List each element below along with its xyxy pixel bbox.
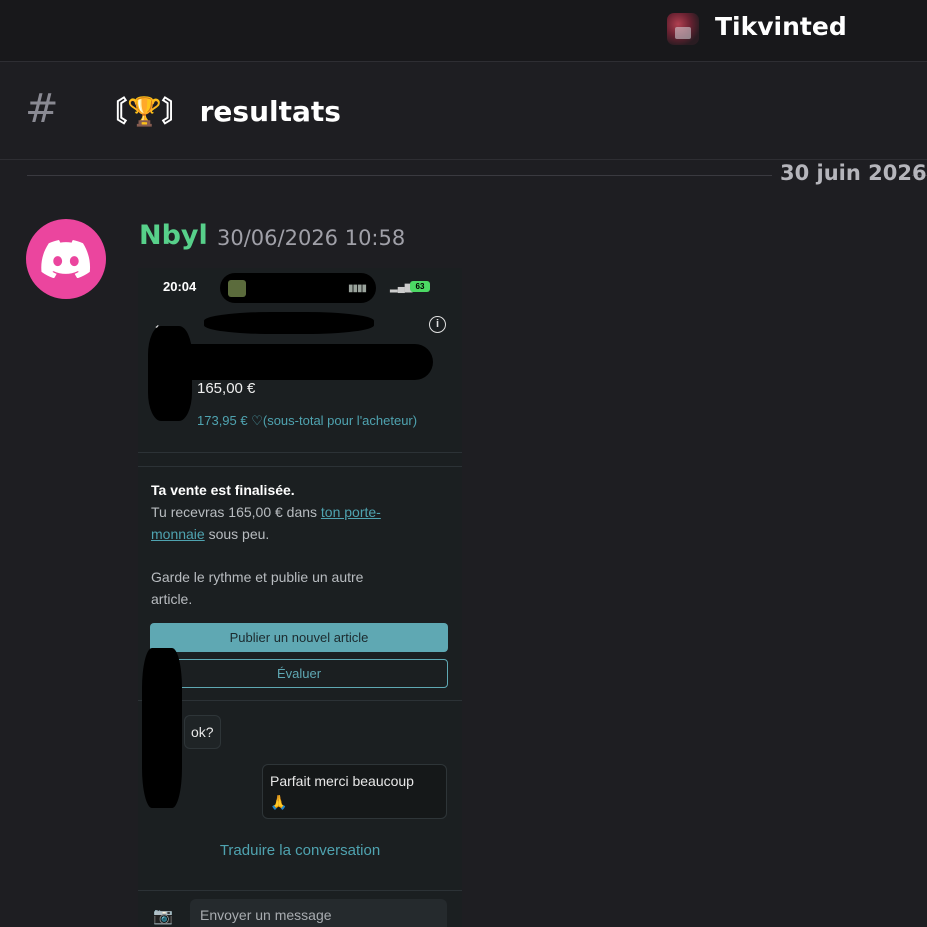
sent-message-text: Parfait merci beaucoup (270, 773, 414, 789)
server-avatar[interactable] (667, 13, 699, 45)
buyer-subtotal: 173,95 € ♡(sous-total pour l'acheteur) (197, 413, 418, 428)
item-price: 165,00 € (197, 380, 256, 397)
sale-text: Tu recevras 165,00 € dans (151, 504, 321, 520)
top-bar: Tikvinted (0, 0, 927, 62)
keep-going-line: article. (151, 591, 193, 607)
info-icon[interactable]: i (429, 316, 446, 333)
redaction-scribble (168, 344, 433, 380)
received-message: ok? (184, 715, 221, 749)
waveform-icon: ▮▮▮▮ (347, 283, 367, 294)
message-input[interactable]: Envoyer un message (190, 899, 447, 927)
channel-name: 〘🏆〙 resultats (99, 95, 341, 128)
attached-screenshot[interactable]: 20:04 ▮▮▮▮ ▂▄▆ 63 ← i 165,00 € 173,95 € … (138, 268, 462, 927)
camera-icon[interactable]: 📷 (153, 906, 173, 926)
wallet-link[interactable]: monnaie (151, 526, 205, 542)
sale-finalized-title: Ta vente est finalisée. (151, 482, 295, 498)
sale-message-line: monnaie sous peu. (151, 526, 269, 542)
wallet-link[interactable]: ton porte- (321, 504, 381, 520)
section-divider (138, 890, 462, 891)
author-name[interactable]: Nbyl (139, 220, 208, 251)
message-timestamp: 30/06/2026 10:58 (217, 226, 406, 250)
sale-text: sous peu. (204, 526, 270, 542)
section-divider (138, 466, 462, 467)
date-divider-line (27, 175, 772, 176)
redaction-scribble (142, 648, 182, 808)
translate-conversation-link[interactable]: Traduire la conversation (138, 842, 462, 859)
publish-new-article-button[interactable]: Publier un nouvel article (150, 623, 448, 652)
date-divider-label: 30 juin 2026 (780, 161, 927, 185)
island-thumbnail (228, 280, 246, 297)
dynamic-island: ▮▮▮▮ (220, 273, 376, 303)
phone-status-time: 20:04 (163, 279, 197, 294)
sent-message: Parfait merci beaucoup 🙏 (262, 764, 447, 819)
redaction-scribble (204, 312, 374, 334)
channel-hash-icon: # (25, 86, 59, 132)
rate-button[interactable]: Évaluer (150, 659, 448, 688)
sent-message-emoji: 🙏 (270, 794, 288, 810)
section-divider (138, 452, 462, 453)
battery-icon: 63 (410, 281, 430, 292)
section-divider (138, 700, 462, 701)
server-name[interactable]: Tikvinted (715, 12, 847, 41)
author-avatar[interactable] (26, 219, 106, 299)
sale-message-line: Tu recevras 165,00 € dans ton porte- (151, 504, 381, 520)
discord-logo-icon (41, 240, 91, 278)
keep-going-line: Garde le rythme et publie un autre (151, 569, 364, 585)
